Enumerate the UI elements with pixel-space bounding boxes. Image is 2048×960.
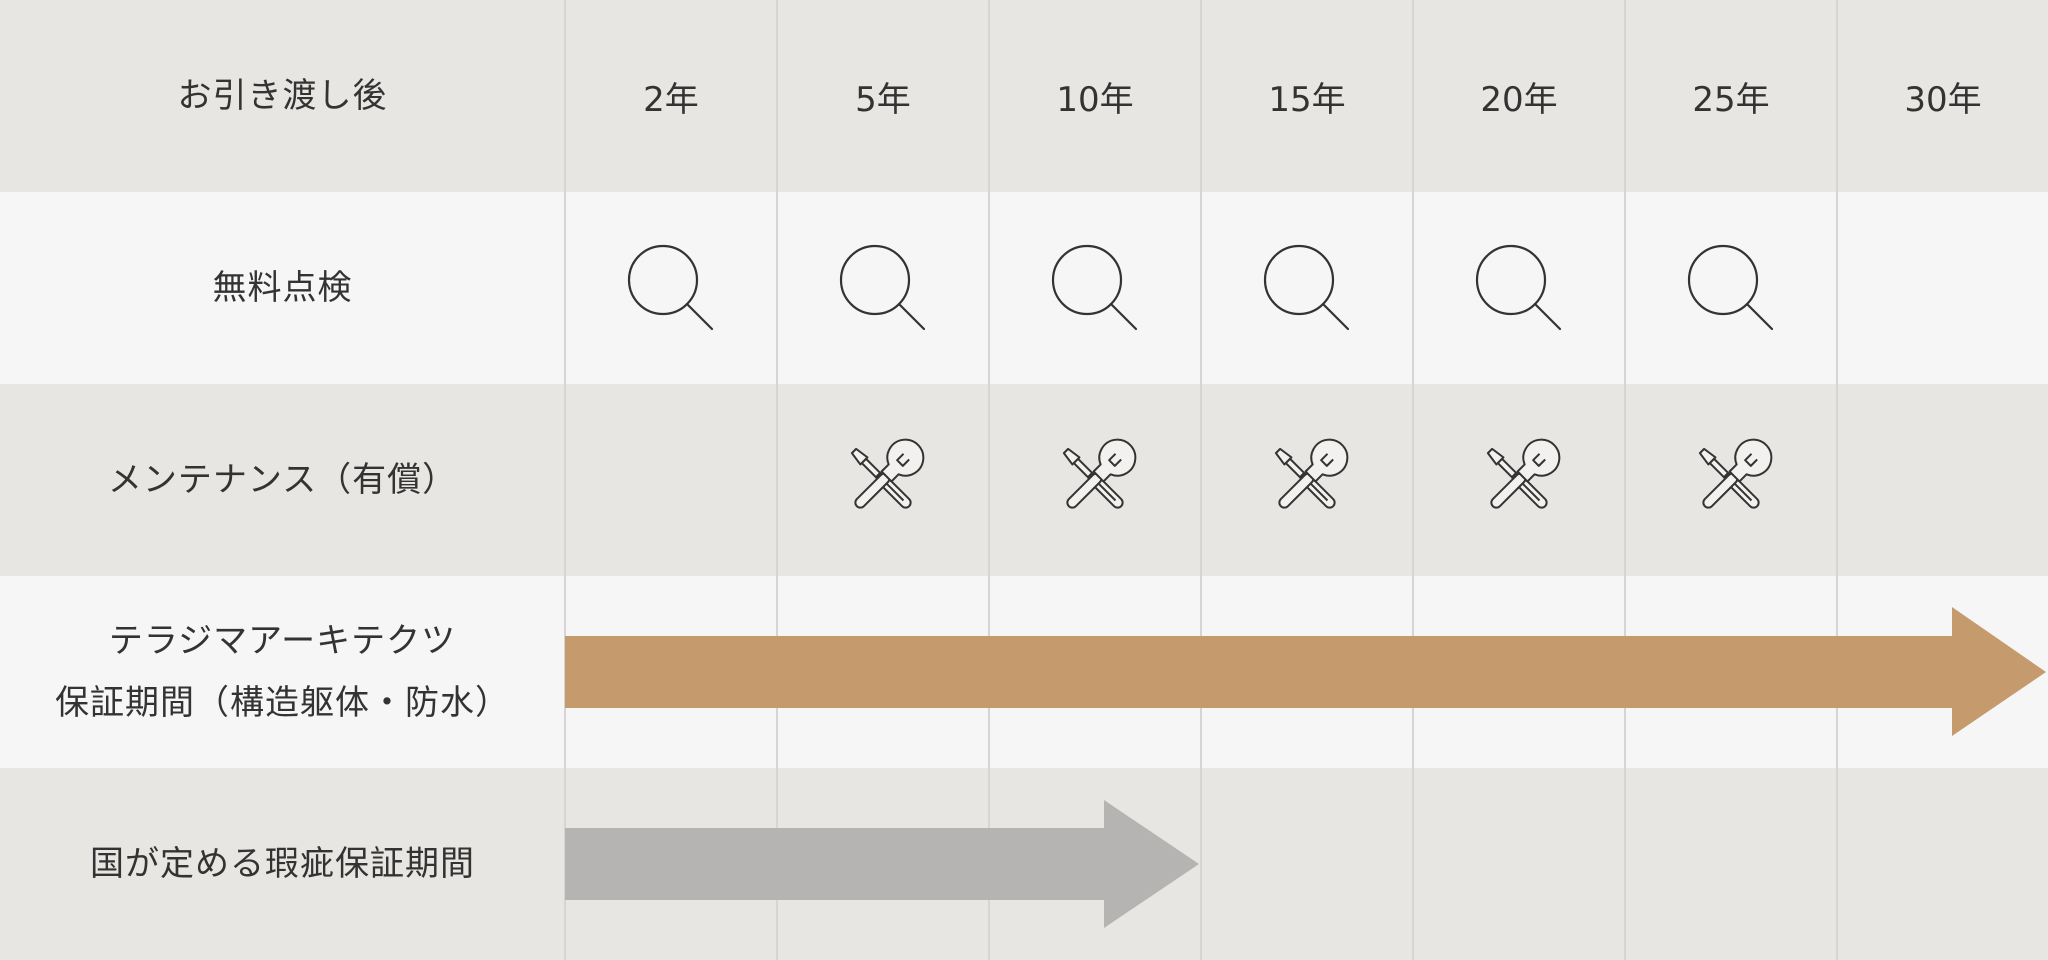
legal-warranty-arrow <box>565 800 1199 928</box>
terajima-warranty-arrow <box>565 607 2046 736</box>
warranty-schedule-table: お引き渡し後 無料点検 メンテナンス（有償） テラジマアーキテクツ 保証期間（構… <box>0 0 2048 960</box>
warranty-arrows <box>565 607 2046 928</box>
